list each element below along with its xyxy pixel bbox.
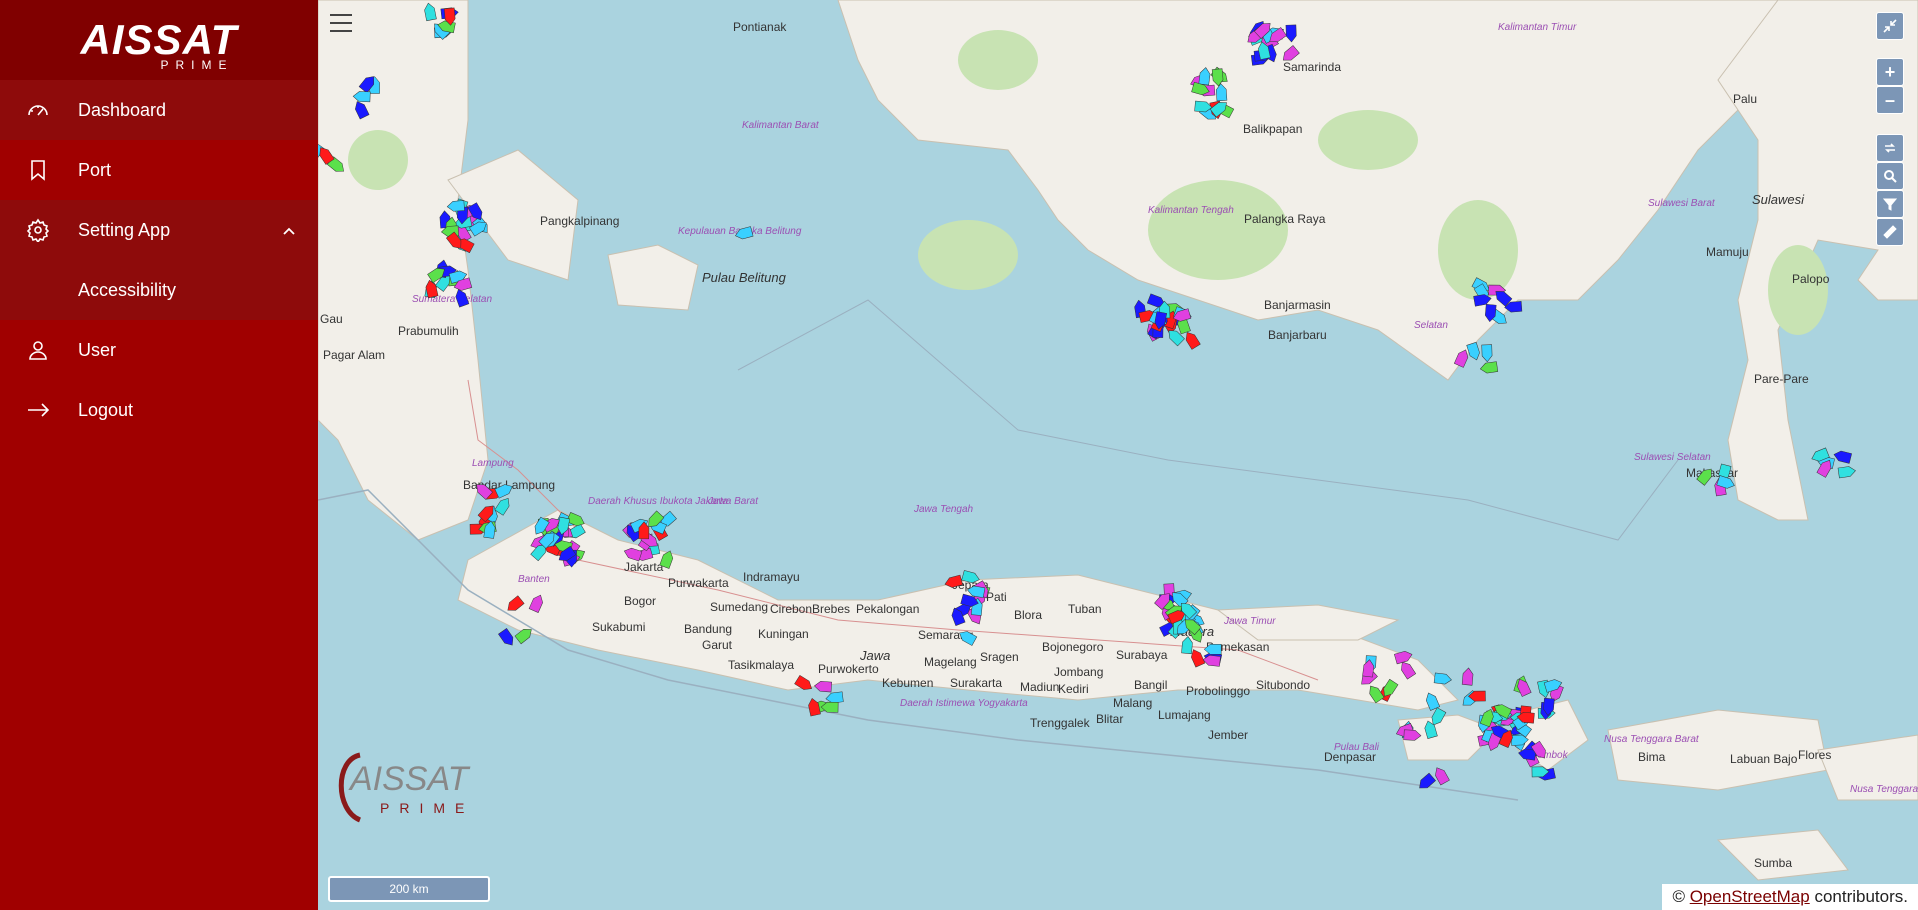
menu-toggle-button[interactable]	[330, 14, 352, 34]
vessel-marker[interactable]	[1181, 636, 1193, 655]
vessel-marker[interactable]	[794, 674, 815, 692]
sidebar-item-user[interactable]: User	[0, 320, 318, 380]
sidebar-subitem-label: Accessibility	[78, 279, 177, 300]
attribution-prefix: ©	[1672, 887, 1685, 906]
vessel-marker[interactable]	[1285, 24, 1297, 43]
vessel-marker[interactable]	[814, 681, 832, 693]
scale-bar: 200 km	[328, 876, 490, 902]
vessel-marker[interactable]	[514, 626, 535, 645]
search-icon	[1884, 170, 1897, 183]
sidebar-item-label: User	[78, 339, 117, 360]
arrow-right-icon	[26, 398, 50, 422]
ruler-button[interactable]	[1876, 218, 1904, 246]
svg-text:PRIME: PRIME	[380, 800, 474, 816]
logo-text: AISSAT PRIME	[80, 16, 238, 72]
filter-icon	[1883, 198, 1897, 211]
ruler-icon	[1883, 225, 1897, 239]
refresh-icon	[1885, 143, 1895, 153]
zoom-in-icon: +	[1884, 61, 1896, 82]
gear-icon	[26, 218, 50, 242]
refresh-button[interactable]	[1876, 134, 1904, 162]
osm-link[interactable]: OpenStreetMap	[1690, 887, 1810, 906]
vessel-marker[interactable]	[1433, 672, 1452, 685]
vessel-marker[interactable]	[961, 570, 981, 584]
vessel-layer[interactable]	[318, 0, 1918, 910]
vessel-marker[interactable]	[1479, 361, 1499, 374]
vessel-marker[interactable]	[1394, 650, 1413, 665]
vessel-marker[interactable]	[1416, 772, 1436, 792]
vessel-marker[interactable]	[353, 99, 370, 120]
vessel-marker[interactable]	[1696, 466, 1715, 486]
vessel-marker[interactable]	[1366, 683, 1385, 704]
vessel-marker[interactable]	[1432, 765, 1450, 786]
vessel-marker[interactable]	[352, 91, 371, 103]
zoom-out-button[interactable]: –	[1876, 86, 1904, 114]
sidebar-item-label: Dashboard	[78, 99, 167, 120]
user-icon	[26, 338, 50, 362]
zoom-out-icon: –	[1884, 89, 1895, 110]
svg-text:AISSAT: AISSAT	[348, 760, 471, 798]
vessel-marker[interactable]	[1461, 667, 1474, 686]
app-root: AISSAT PRIME Dashboard Port Setting App	[0, 0, 1918, 910]
vessel-marker[interactable]	[1215, 83, 1228, 102]
vessel-marker[interactable]	[446, 200, 465, 212]
vessel-marker[interactable]	[944, 574, 963, 589]
logo-main: AISSAT	[80, 16, 238, 63]
vessel-marker[interactable]	[957, 629, 978, 646]
collapse-icon	[1883, 19, 1897, 33]
vessel-marker[interactable]	[659, 549, 675, 569]
vessel-marker[interactable]	[318, 165, 319, 185]
vessel-marker[interactable]	[1453, 348, 1470, 368]
vessel-marker[interactable]	[1203, 644, 1222, 655]
chevron-up-icon[interactable]	[282, 222, 296, 236]
vessel-marker[interactable]	[1198, 67, 1211, 86]
vessel-marker[interactable]	[1211, 68, 1224, 87]
vessel-marker[interactable]	[1280, 45, 1300, 64]
logo: AISSAT PRIME	[0, 0, 318, 80]
vessel-marker[interactable]	[494, 496, 513, 516]
vessel-marker[interactable]	[1481, 344, 1493, 363]
sidebar-item-label: Port	[78, 159, 112, 180]
map-view[interactable]: Pontianak Pangkalpinang Palangka Raya Sa…	[318, 0, 1918, 910]
search-button[interactable]	[1876, 162, 1904, 190]
sidebar-item-setting-app[interactable]: Setting App	[0, 200, 318, 260]
vessel-marker[interactable]	[1466, 341, 1482, 361]
vessel-marker[interactable]	[1403, 729, 1422, 741]
sidebar-item-port[interactable]: Port	[0, 140, 318, 200]
vessel-marker[interactable]	[1837, 466, 1856, 479]
vessel-marker[interactable]	[423, 2, 437, 22]
sidebar-item-logout[interactable]: Logout	[0, 380, 318, 440]
collapse-button[interactable]	[1876, 12, 1904, 40]
vessel-marker[interactable]	[505, 595, 525, 614]
filter-button[interactable]	[1876, 190, 1904, 218]
vessel-marker[interactable]	[734, 226, 754, 240]
vessel-marker[interactable]	[1473, 293, 1492, 307]
watermark-logo: AISSAT PRIME	[330, 745, 480, 825]
vessel-marker[interactable]	[1833, 450, 1852, 464]
sidebar: AISSAT PRIME Dashboard Port Setting App	[0, 0, 318, 910]
sidebar-item-label: Setting App	[78, 219, 171, 240]
bookmark-icon	[26, 158, 50, 182]
vessel-marker[interactable]	[623, 546, 643, 562]
vessel-marker[interactable]	[807, 697, 821, 717]
attribution-suffix: contributors.	[1814, 887, 1908, 906]
sidebar-subitem-accessibility[interactable]: Accessibility	[0, 260, 318, 320]
sidebar-item-label: Logout	[78, 399, 134, 420]
dashboard-icon	[26, 98, 50, 122]
map-attribution: © OpenStreetMap contributors.	[1662, 884, 1918, 910]
setting-submenu: Accessibility	[0, 260, 318, 320]
logo-sub: PRIME	[160, 58, 234, 72]
vessel-marker[interactable]	[494, 482, 515, 499]
vessel-marker[interactable]	[498, 628, 516, 648]
zoom-in-button[interactable]: +	[1876, 58, 1904, 86]
sidebar-item-dashboard[interactable]: Dashboard	[0, 80, 318, 140]
vessel-marker[interactable]	[528, 593, 545, 613]
vessel-marker[interactable]	[1424, 691, 1441, 711]
